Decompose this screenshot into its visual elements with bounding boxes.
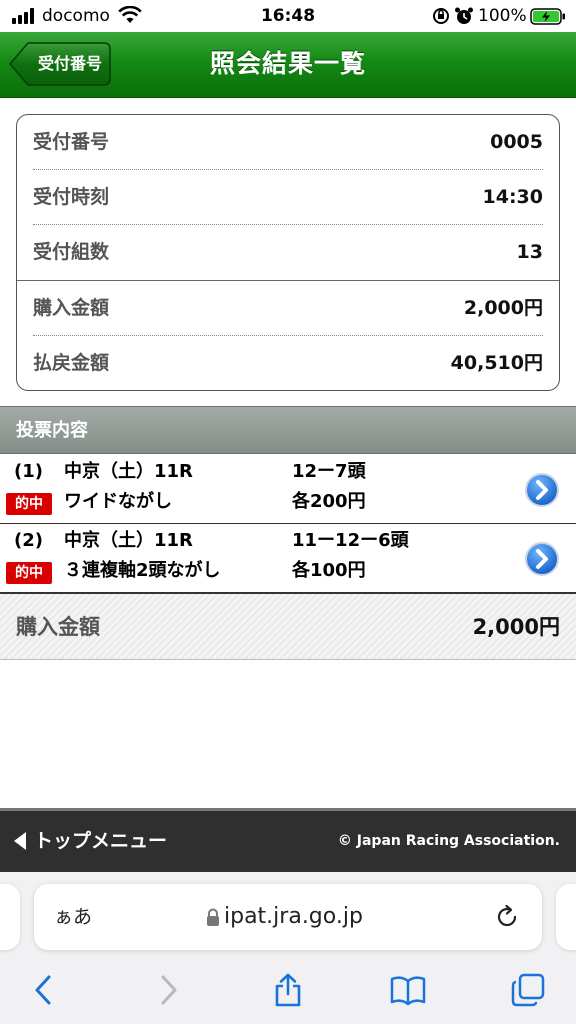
back-arrow-icon[interactable] [26,972,62,1008]
info-value: 14:30 [482,186,543,208]
app-header: 照会結果一覧 受付番号 [0,32,576,98]
info-label: 購入金額 [33,297,110,319]
triangle-left-icon [14,832,26,850]
previous-tab-preview[interactable] [0,884,20,950]
info-label: 払戻金額 [33,352,110,374]
info-row-reception-time: 受付時刻 14:30 [33,170,543,224]
copyright-text: © Japan Racing Association. [337,833,560,849]
section-title: 投票内容 [16,420,88,441]
info-row-purchase-amount: 購入金額 2,000円 [33,281,543,335]
battery-charging-icon [530,8,565,25]
info-row-payout-amount: 払戻金額 40,510円 [33,336,543,390]
chevron-right-icon[interactable] [524,472,560,508]
battery-percent: 100% [478,6,527,26]
browser-chrome: ぁあ ipat.jra.go.jp [0,872,576,1024]
site-footer: トップメニュー © Japan Racing Association. [0,808,576,872]
bet-row[interactable]: (1) 中京（土）11R 12ー7頭 的中 ワイドながし 各200円 [0,455,576,525]
url-text: ipat.jra.go.jp [224,904,363,929]
info-value: 0005 [490,131,543,153]
bet-row[interactable]: (2) 中京（土）11R 11ー12ー6頭 的中 ３連複軸2頭ながし 各100円 [0,524,576,594]
info-row-set-count: 受付組数 13 [33,225,543,279]
hit-badge: 的中 [6,493,52,515]
page-settings-button[interactable]: ぁあ [54,884,92,950]
purchase-total-row: 購入金額 2,000円 [0,594,576,660]
top-menu-label: トップメニュー [34,830,168,852]
section-header-bet-details: 投票内容 [0,406,576,454]
bet-combination: 11ー12ー6頭 [292,530,409,551]
info-value: 40,510円 [450,352,543,374]
bet-number: (2) [14,530,43,551]
info-row-reception-number: 受付番号 0005 [33,115,543,169]
bet-race: 中京（土）11R [64,461,193,482]
lock-icon [207,908,219,926]
info-value: 13 [516,241,543,263]
tabs-icon[interactable] [510,972,546,1008]
alarm-icon [455,7,473,24]
share-icon[interactable] [270,972,306,1008]
bet-combination: 12ー7頭 [292,461,366,482]
bet-amount: 各100円 [292,560,366,581]
total-value: 2,000円 [472,615,560,639]
bet-race: 中京（土）11R [64,530,193,551]
back-button-label: 受付番号 [37,54,102,73]
bet-type: ３連複軸2頭ながし [64,560,221,581]
info-label: 受付組数 [33,241,110,263]
orientation-lock-icon [433,8,449,24]
forward-arrow-icon[interactable] [150,972,186,1008]
info-label: 受付時刻 [33,186,110,208]
address-bar[interactable]: ぁあ ipat.jra.go.jp [34,884,542,950]
chevron-right-icon[interactable] [524,541,560,577]
info-label: 受付番号 [33,131,110,153]
reload-icon[interactable] [494,904,520,930]
next-tab-preview[interactable] [556,884,576,950]
status-bar: docomo 16:48 100% [0,0,576,32]
info-value: 2,000円 [463,297,543,319]
bet-number: (1) [14,461,43,482]
receipt-summary-card: 受付番号 0005 受付時刻 14:30 受付組数 13 購入金額 2,000円… [16,114,560,391]
top-menu-link[interactable]: トップメニュー [14,811,167,872]
bookmarks-icon[interactable] [390,972,426,1008]
total-label: 購入金額 [16,615,100,639]
back-button[interactable]: 受付番号 [8,41,112,87]
bet-type: ワイドながし [64,491,172,512]
bet-amount: 各200円 [292,491,366,512]
hit-badge: 的中 [6,562,52,584]
